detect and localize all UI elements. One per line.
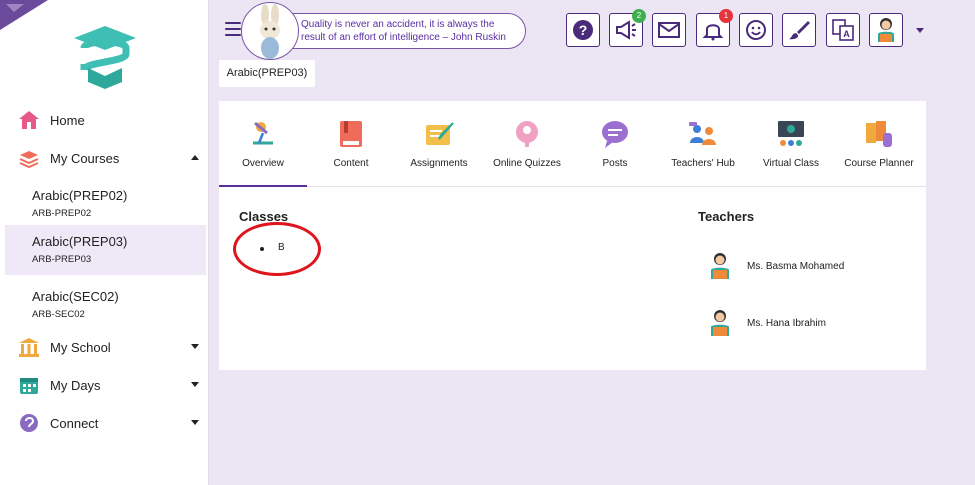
- tab-label: Assignments: [410, 158, 468, 169]
- course-item-prep03[interactable]: Arabic(PREP03) ARB-PREP03: [5, 225, 206, 275]
- notifications-badge: 1: [719, 9, 733, 23]
- chevron-down-icon: [191, 344, 199, 349]
- chevron-down-icon: [191, 420, 199, 425]
- user-profile-button[interactable]: [869, 13, 903, 47]
- notifications-button[interactable]: 1: [696, 9, 733, 47]
- chevron-down-icon[interactable]: [916, 28, 924, 33]
- teachers-title: Teachers: [698, 209, 755, 224]
- tab-assignments[interactable]: Assignments: [395, 101, 483, 187]
- annotation-circle: [233, 222, 321, 276]
- paintbrush-icon: [789, 21, 810, 40]
- sidebar-item-home[interactable]: Home: [0, 103, 209, 137]
- tab-label: Posts: [602, 158, 628, 169]
- sidebar-item-label: My Courses: [50, 150, 120, 166]
- books-stack-icon: [19, 151, 39, 169]
- tab-virtual-class[interactable]: Virtual Class: [747, 101, 835, 187]
- sidebar-item-my-days[interactable]: My Days: [0, 368, 209, 402]
- assignment-pencil-icon: [426, 122, 454, 145]
- tab-teachers-hub[interactable]: Teachers' Hub: [659, 101, 747, 187]
- bunny-mascot-icon: [241, 2, 299, 60]
- sidebar: Home My Courses Arabic(PREP02) ARB-PREP0…: [0, 0, 209, 485]
- home-icon: [19, 111, 39, 129]
- smiley-icon: [746, 20, 766, 40]
- course-code: ARB-PREP03: [32, 254, 92, 265]
- tab-course-planner[interactable]: Course Planner: [835, 101, 923, 187]
- sidebar-item-my-courses[interactable]: My Courses: [0, 141, 209, 175]
- svg-text:A: A: [843, 29, 850, 39]
- quote-banner: Quality is never an accident, it is alwa…: [270, 13, 526, 49]
- feedback-button[interactable]: [739, 13, 773, 47]
- teacher-avatar-icon: [711, 310, 729, 336]
- chevron-down-icon: [191, 382, 199, 387]
- tab-label: Course Planner: [844, 158, 914, 169]
- question-icon: ?: [573, 20, 593, 40]
- overview-lamp-icon: [253, 121, 273, 145]
- sidebar-item-my-school[interactable]: My School: [0, 330, 209, 364]
- teacher-avatar-icon: [711, 253, 729, 279]
- corner-decoration-icon: [0, 0, 48, 30]
- tab-label: Online Quizzes: [493, 158, 561, 169]
- teacher-name: Ms. Hana Ibrahim: [747, 318, 826, 329]
- school-logo-icon: [74, 26, 136, 89]
- chat-bubble-icon: [602, 121, 628, 148]
- announcements-badge: 2: [632, 9, 646, 23]
- user-avatar-icon: [878, 18, 894, 42]
- virtual-class-icon: [778, 121, 804, 146]
- course-tabs: Overview Content Assignments Online Quiz…: [219, 101, 926, 187]
- tab-label: Content: [333, 158, 369, 169]
- book-icon: [340, 121, 362, 147]
- course-item-prep02[interactable]: Arabic(PREP02) ARB-PREP02: [5, 179, 206, 229]
- sidebar-item-label: My School: [50, 339, 111, 355]
- tab-posts[interactable]: Posts: [571, 101, 659, 187]
- teacher-item[interactable]: Ms. Hana Ibrahim: [707, 308, 907, 342]
- course-planner-icon: [866, 121, 892, 147]
- course-name: Arabic(PREP03): [32, 234, 128, 249]
- sidebar-item-label: Home: [50, 112, 85, 128]
- envelope-icon: [658, 22, 680, 38]
- tab-label: Overview: [242, 158, 284, 169]
- course-code: ARB-PREP02: [32, 208, 92, 219]
- hamburger-menu-icon[interactable]: [225, 22, 241, 36]
- theme-button[interactable]: [782, 13, 816, 47]
- help-button[interactable]: ?: [566, 13, 600, 47]
- course-code: ARB-SEC02: [32, 309, 85, 320]
- bell-icon: [702, 24, 724, 41]
- tab-online-quizzes[interactable]: Online Quizzes: [483, 101, 571, 187]
- sidebar-item-label: Connect: [50, 415, 99, 431]
- teachers-group-icon: [689, 122, 716, 145]
- teacher-item[interactable]: Ms. Basma Mohamed: [707, 251, 907, 285]
- chevron-up-icon: [191, 155, 199, 160]
- school-building-icon: [19, 338, 39, 357]
- svg-text:?: ?: [579, 22, 588, 38]
- course-item-sec02[interactable]: Arabic(SEC02) ARB-SEC02: [5, 280, 206, 330]
- sidebar-item-label: My Days: [50, 377, 101, 393]
- language-button[interactable]: A: [826, 13, 860, 47]
- translate-icon: A: [832, 19, 854, 41]
- quiz-head-icon: [516, 121, 538, 147]
- connect-ear-icon: [20, 414, 38, 432]
- breadcrumb: Arabic(PREP03): [219, 60, 315, 87]
- calendar-icon: [20, 378, 38, 394]
- course-name: Arabic(PREP02): [32, 188, 128, 203]
- teacher-name: Ms. Basma Mohamed: [747, 261, 845, 272]
- course-name: Arabic(SEC02): [32, 289, 119, 304]
- tab-content[interactable]: Content: [307, 101, 395, 187]
- messages-button[interactable]: [652, 13, 686, 47]
- announcements-button[interactable]: 2: [609, 9, 646, 47]
- quote-text: Quality is never an accident, it is alwa…: [301, 19, 506, 43]
- sidebar-item-connect[interactable]: Connect: [0, 406, 209, 440]
- tab-label: Virtual Class: [763, 158, 819, 169]
- megaphone-icon: [616, 20, 636, 40]
- tab-overview[interactable]: Overview: [219, 101, 307, 187]
- tab-label: Teachers' Hub: [671, 158, 735, 169]
- course-panel: Overview Content Assignments Online Quiz…: [219, 101, 926, 370]
